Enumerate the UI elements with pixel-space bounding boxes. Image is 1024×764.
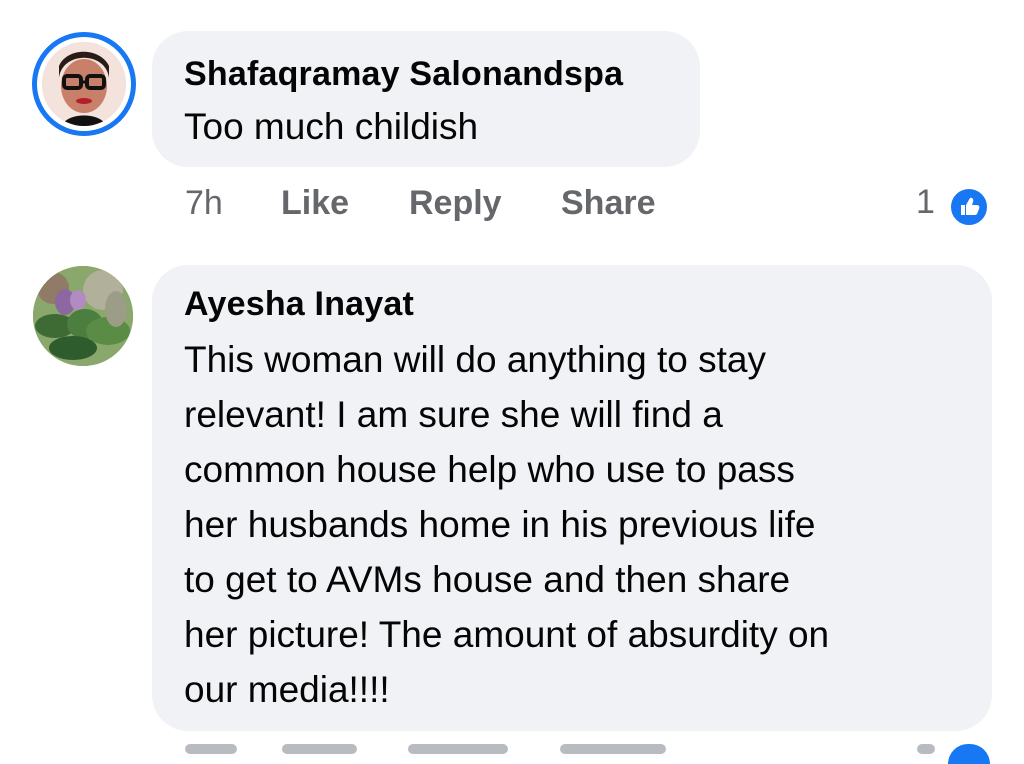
profile-photo-flowers-icon — [33, 266, 133, 366]
avatar[interactable] — [33, 266, 133, 366]
partial-action-text — [408, 744, 508, 754]
avatar[interactable] — [42, 42, 126, 126]
partial-action-text — [282, 744, 357, 754]
comment-bubble[interactable]: Ayesha Inayat This woman will do anythin… — [152, 265, 992, 731]
next-comment-actions-partial — [0, 744, 1024, 754]
comment-author[interactable]: Ayesha Inayat — [184, 285, 414, 324]
reaction-count[interactable]: 1 — [916, 183, 935, 222]
partial-action-text — [185, 744, 237, 754]
reply-button[interactable]: Reply — [409, 184, 502, 223]
comment-time[interactable]: 7h — [185, 184, 223, 223]
profile-photo-woman-glasses-icon — [42, 42, 126, 126]
like-button[interactable]: Like — [281, 184, 349, 223]
comment-bubble[interactable]: Shafaqramay Salonandspa Too much childis… — [152, 31, 700, 167]
comment-text: This woman will do anything to stay rele… — [184, 339, 830, 710]
partial-action-text — [560, 744, 666, 754]
partial-reaction-count — [917, 744, 935, 754]
share-button[interactable]: Share — [561, 184, 656, 223]
comment-text: Too much childish — [184, 106, 479, 147]
comment-author[interactable]: Shafaqramay Salonandspa — [184, 55, 623, 94]
like-reaction-icon — [948, 186, 990, 228]
